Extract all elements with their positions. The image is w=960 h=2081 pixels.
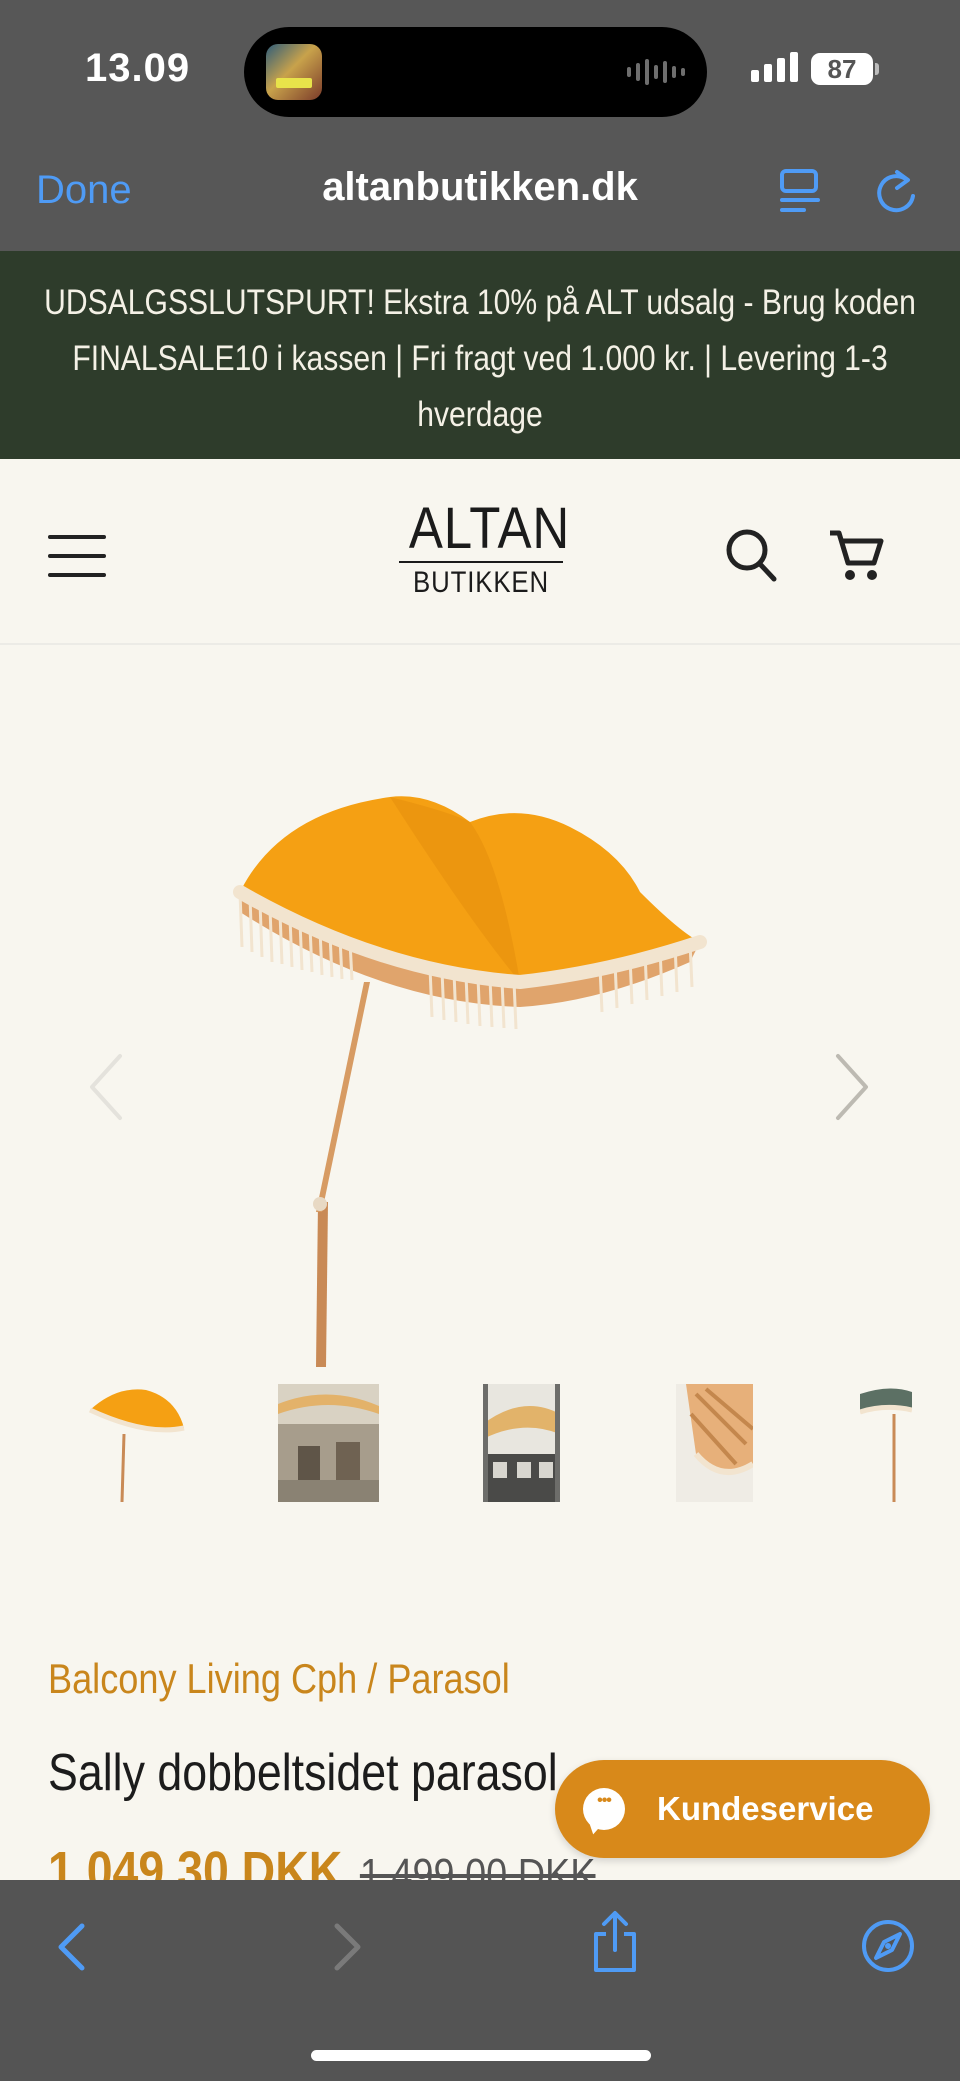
gallery-thumbnail[interactable] — [860, 1384, 912, 1502]
customer-service-label: Kundeservice — [657, 1790, 874, 1827]
compass-icon[interactable] — [860, 1918, 916, 1974]
site-header: ALTAN BUTIKKEN — [0, 459, 960, 645]
gallery-thumbnails — [0, 1384, 960, 1502]
product-title: Sally dobbeltsidet parasol — [48, 1744, 558, 1802]
promo-banner: UDSALGSSLUTSPURT! Ekstra 10% på ALT udsa… — [0, 251, 960, 459]
audio-waveform-icon — [627, 58, 685, 86]
browser-top-chrome: 13.09 87 Done altanbutikken.dk — [0, 0, 960, 251]
search-icon[interactable] — [724, 527, 778, 583]
breadcrumb[interactable]: Balcony Living Cph / Parasol — [48, 1655, 510, 1703]
logo-bottom-text: BUTIKKEN — [413, 566, 549, 599]
menu-icon[interactable] — [48, 535, 106, 577]
now-playing-thumbnail — [266, 44, 322, 100]
promo-text: UDSALGSSLUTSPURT! Ekstra 10% på ALT udsa… — [44, 283, 916, 434]
url-address[interactable]: altanbutikken.dk — [240, 165, 720, 210]
home-indicator — [311, 2050, 651, 2061]
forward-icon[interactable] — [333, 1922, 363, 1972]
status-time: 13.09 — [85, 46, 191, 90]
gallery-thumbnail[interactable] — [86, 1384, 186, 1502]
logo-divider — [399, 561, 563, 563]
share-icon[interactable] — [590, 1910, 640, 1974]
reload-icon[interactable] — [873, 166, 919, 216]
gallery-prev-arrow-icon[interactable] — [86, 1052, 126, 1122]
back-icon[interactable] — [56, 1922, 86, 1972]
gallery-thumbnail[interactable] — [278, 1384, 379, 1502]
reader-view-icon[interactable] — [778, 168, 822, 214]
cart-icon[interactable] — [828, 527, 884, 583]
battery-indicator: 87 — [811, 53, 879, 85]
dynamic-island — [244, 27, 707, 117]
gallery-next-arrow-icon[interactable] — [832, 1052, 872, 1122]
cellular-signal-icon — [751, 52, 798, 82]
customer-service-button[interactable]: Kundeservice — [555, 1760, 930, 1858]
gallery-thumbnail[interactable] — [676, 1384, 753, 1502]
gallery-thumbnail[interactable] — [483, 1384, 560, 1502]
done-button[interactable]: Done — [36, 168, 132, 213]
logo-top-text: ALTAN — [408, 496, 571, 561]
product-image-parasol[interactable] — [220, 772, 740, 1367]
site-logo[interactable]: ALTAN BUTIKKEN — [399, 496, 571, 599]
chat-bubble-icon — [583, 1788, 625, 1830]
product-gallery — [0, 647, 960, 1367]
